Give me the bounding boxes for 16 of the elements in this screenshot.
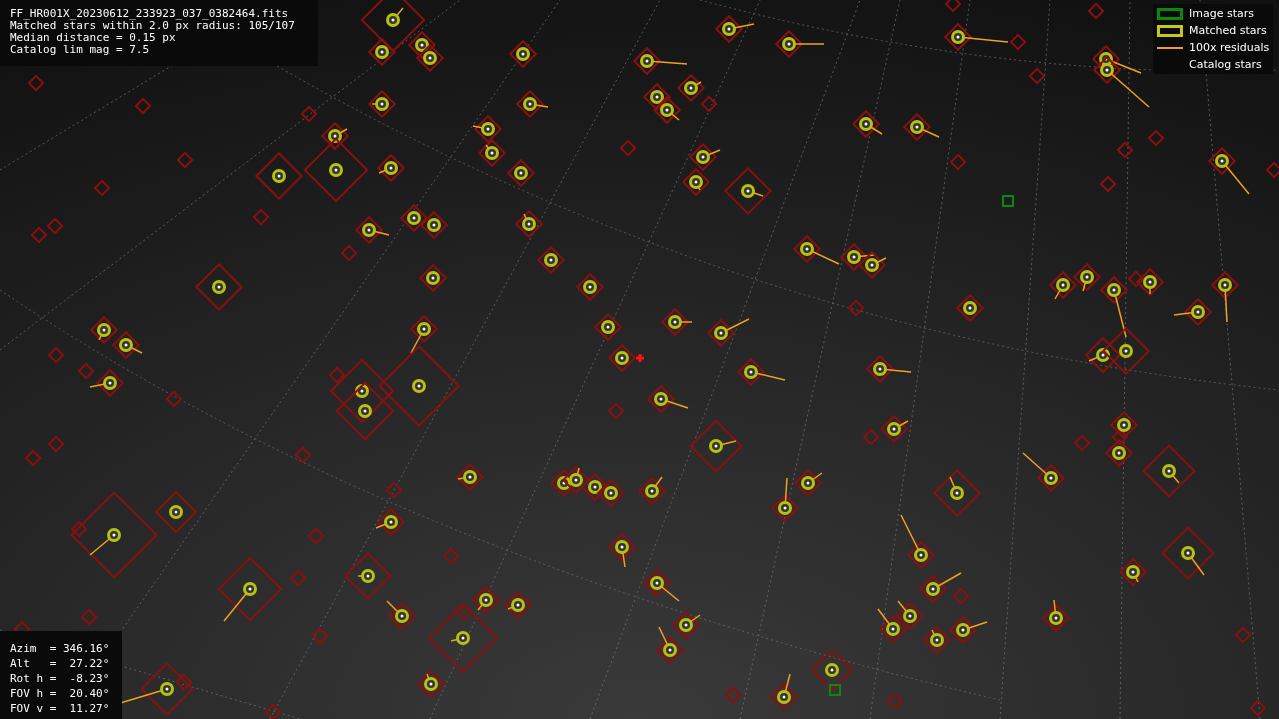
residual-line-icon — [1157, 45, 1183, 50]
info-line: Matched stars within 2.0 px radius: 105/107 — [10, 20, 296, 32]
legend-label: 100x residuals — [1189, 40, 1270, 55]
info-line: FF_HR001X_20230612_233923_037_0382464.fits — [10, 8, 290, 20]
info-line: Rot h = -8.23° — [10, 671, 111, 686]
info-line: Catalog lim mag = 7.5 — [10, 44, 151, 56]
info-line: Median distance = 0.15 px — [10, 32, 177, 44]
matched-star-swatch-icon — [1157, 24, 1183, 37]
info-line: Alt = 27.22° — [10, 656, 111, 671]
image-star-swatch-icon — [1157, 7, 1183, 20]
info-line: FOV h = 20.40° — [10, 686, 111, 701]
legend-label: Image stars — [1189, 6, 1254, 21]
legend-label: Catalog stars — [1189, 57, 1262, 72]
legend-label: Matched stars — [1189, 23, 1267, 38]
info-line: Azim = 346.16° — [10, 641, 111, 656]
info-line: FOV v = 11.27° — [10, 701, 111, 716]
